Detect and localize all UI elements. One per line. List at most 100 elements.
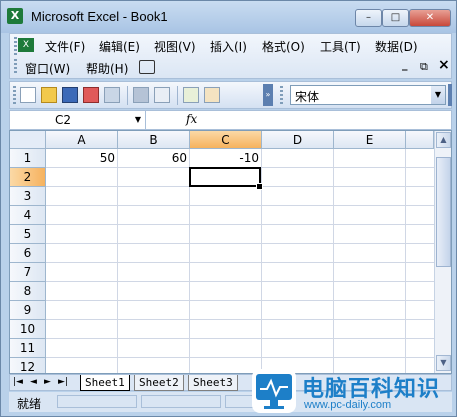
select-all-button[interactable]: [10, 131, 46, 149]
cell-c1[interactable]: -10: [190, 149, 262, 168]
formula-bar: C2 ▼ fx: [9, 110, 452, 130]
vertical-scrollbar[interactable]: ▲ ▼: [434, 131, 451, 373]
workbook-minimize-button[interactable]: _: [402, 58, 408, 71]
menu-view[interactable]: 视图(V): [154, 38, 196, 55]
name-box-value: C2: [55, 113, 72, 127]
new-icon[interactable]: [20, 87, 36, 103]
next-sheet-icon[interactable]: ►: [44, 377, 51, 387]
monitor-logo-icon: [252, 369, 296, 413]
name-box[interactable]: C2 ▼: [10, 111, 146, 129]
workbook-close-button[interactable]: ×: [438, 57, 450, 73]
cell-a1[interactable]: 50: [46, 149, 118, 168]
row-header-12[interactable]: 12: [10, 358, 46, 373]
column-header-b[interactable]: B: [118, 131, 190, 149]
toolbar-separator: [127, 86, 128, 105]
menu-file[interactable]: 文件(F): [45, 38, 85, 55]
cell-b1[interactable]: 60: [118, 149, 190, 168]
column-header-d[interactable]: D: [262, 131, 334, 149]
watermark-url: www.pc-daily.com: [304, 399, 392, 411]
standard-toolbar: » 宋体 ▼: [9, 81, 452, 109]
menu-window[interactable]: 窗口(W): [25, 60, 70, 77]
row-header-1[interactable]: 1: [10, 149, 46, 168]
email-icon[interactable]: [104, 87, 120, 103]
camera-icon[interactable]: [139, 60, 155, 74]
window-title: Microsoft Excel - Book1: [31, 9, 168, 24]
gridline: [117, 149, 118, 373]
row-header-4[interactable]: 4: [10, 206, 46, 225]
toolbar-options-chevron[interactable]: »: [263, 84, 273, 106]
font-name-combobox[interactable]: 宋体 ▼: [290, 85, 446, 105]
column-header-a[interactable]: A: [46, 131, 118, 149]
formatting-options-chevron[interactable]: [448, 84, 452, 106]
row-header-7[interactable]: 7: [10, 263, 46, 282]
font-name-value: 宋体: [295, 90, 320, 104]
toolbar-separator: [177, 86, 178, 105]
print-preview-icon[interactable]: [154, 87, 170, 103]
previous-sheet-icon[interactable]: ◄: [30, 377, 37, 387]
gridline: [46, 319, 434, 320]
workbook-restore-button[interactable]: ⧉: [420, 60, 428, 74]
row-header-10[interactable]: 10: [10, 320, 46, 339]
tab-sheet1[interactable]: Sheet1: [80, 375, 130, 391]
spelling-icon[interactable]: [183, 87, 199, 103]
fill-handle[interactable]: [256, 183, 263, 190]
scroll-up-arrow-icon[interactable]: ▲: [436, 132, 451, 148]
excel-app-icon[interactable]: X: [7, 8, 23, 24]
menu-grip-2[interactable]: [14, 59, 17, 75]
gridline: [46, 357, 434, 358]
gridline: [46, 205, 434, 206]
title-bar[interactable]: X Microsoft Excel - Book1 – □ ✕: [1, 1, 456, 33]
gridline: [405, 149, 406, 373]
row-header-3[interactable]: 3: [10, 187, 46, 206]
row-header-9[interactable]: 9: [10, 301, 46, 320]
insert-function-icon[interactable]: fx: [186, 112, 197, 126]
row-header-8[interactable]: 8: [10, 282, 46, 301]
menu-bar: X 文件(F) 编辑(E) 视图(V) 插入(I) 格式(O) 工具(T) 数据…: [9, 33, 452, 79]
menu-grip[interactable]: [14, 37, 17, 55]
watermark-logo: 电脑百科知识 www.pc-daily.com: [252, 365, 457, 417]
research-icon[interactable]: [204, 87, 220, 103]
open-icon[interactable]: [41, 87, 57, 103]
print-icon[interactable]: [133, 87, 149, 103]
gridline: [46, 243, 434, 244]
row-header-2[interactable]: 2: [10, 168, 46, 187]
gridline: [46, 224, 434, 225]
column-header-c[interactable]: C: [190, 131, 262, 149]
tab-sheet2[interactable]: Sheet2: [134, 375, 184, 391]
chevron-down-icon[interactable]: ▼: [431, 86, 445, 104]
menu-data[interactable]: 数据(D): [375, 38, 418, 55]
menu-tools[interactable]: 工具(T): [320, 38, 361, 55]
status-field: [225, 395, 255, 408]
scroll-thumb[interactable]: [436, 157, 451, 267]
status-field: [141, 395, 221, 408]
row-header-11[interactable]: 11: [10, 339, 46, 358]
chevron-down-icon[interactable]: ▼: [135, 115, 141, 124]
permission-icon[interactable]: [83, 87, 99, 103]
save-icon[interactable]: [62, 87, 78, 103]
last-sheet-icon[interactable]: ►|: [58, 377, 68, 387]
menu-insert[interactable]: 插入(I): [210, 38, 247, 55]
row-header-5[interactable]: 5: [10, 225, 46, 244]
row-header-6[interactable]: 6: [10, 244, 46, 263]
excel-window: X Microsoft Excel - Book1 – □ ✕ X 文件(F) …: [0, 0, 457, 417]
minimize-button[interactable]: –: [355, 9, 382, 27]
gridline: [46, 262, 434, 263]
menu-help[interactable]: 帮助(H): [86, 60, 128, 77]
active-cell-c2[interactable]: [189, 167, 261, 187]
status-field: [57, 395, 137, 408]
gridline: [46, 338, 434, 339]
gridline: [46, 300, 434, 301]
column-header-e[interactable]: E: [334, 131, 406, 149]
formatting-toolbar-grip[interactable]: [280, 86, 283, 104]
menu-format[interactable]: 格式(O): [262, 38, 305, 55]
gridline: [46, 281, 434, 282]
toolbar-grip[interactable]: [13, 86, 16, 104]
worksheet-grid[interactable]: A B C D E 1 2 3 4 5 6 7 8 9 10 11 12 50: [9, 130, 452, 374]
maximize-button[interactable]: □: [382, 9, 409, 27]
column-header-f[interactable]: [406, 131, 434, 149]
first-sheet-icon[interactable]: |◄: [13, 377, 23, 387]
workbook-icon[interactable]: X: [18, 38, 34, 52]
tab-sheet3[interactable]: Sheet3: [188, 375, 238, 391]
menu-edit[interactable]: 编辑(E): [99, 38, 140, 55]
close-button[interactable]: ✕: [409, 9, 451, 27]
